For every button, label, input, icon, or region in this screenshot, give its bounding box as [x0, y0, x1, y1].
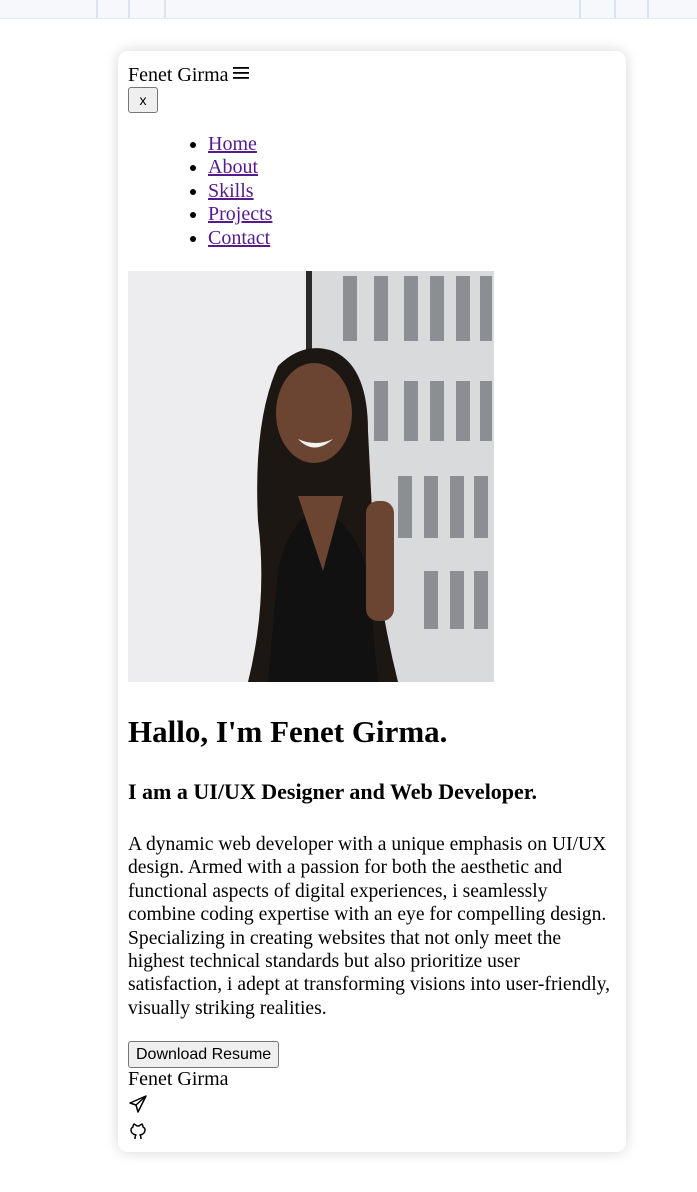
strip-divider	[647, 0, 649, 18]
nav-link-about[interactable]: About	[208, 156, 258, 178]
telegram-icon[interactable]	[128, 1094, 616, 1119]
github-icon[interactable]	[128, 1122, 616, 1147]
strip-divider	[128, 0, 130, 18]
footer-name: Fenet Girma	[128, 1068, 229, 1091]
nav-item-home: Home	[208, 133, 616, 156]
nav-item-about: About	[208, 156, 616, 179]
nav-menu: Home About Skills Projects Contact	[128, 133, 616, 250]
nav-item-skills: Skills	[208, 180, 616, 203]
header-bar: Fenet Girma	[128, 63, 616, 87]
nav-link-contact[interactable]: Contact	[208, 227, 270, 249]
hamburger-menu-icon[interactable]	[232, 63, 249, 89]
strip-divider	[614, 0, 616, 18]
hero-heading: Hallo, I'm Fenet Girma.	[128, 714, 448, 750]
nav-link-home[interactable]: Home	[208, 133, 257, 155]
browser-top-strip	[0, 0, 697, 19]
nav-link-skills[interactable]: Skills	[208, 180, 254, 202]
brand-name: Fenet Girma	[128, 64, 229, 86]
linkedin-icon[interactable]	[128, 1150, 616, 1152]
nav-item-projects: Projects	[208, 203, 616, 226]
profile-photo	[128, 271, 494, 683]
nav-item-contact: Contact	[208, 227, 616, 250]
download-resume-button[interactable]: Download Resume	[128, 1041, 280, 1069]
strip-divider	[164, 0, 166, 18]
nav-link-projects[interactable]: Projects	[208, 203, 272, 225]
strip-divider	[579, 0, 581, 18]
hero-subheading: I am a UI/UX Designer and Web Developer.	[128, 779, 538, 805]
card-content: Fenet Girma x Home About Skills Projects…	[128, 63, 616, 1152]
strip-divider	[96, 0, 98, 18]
close-menu-button[interactable]: x	[128, 87, 158, 113]
portfolio-card: Fenet Girma x Home About Skills Projects…	[118, 51, 626, 1152]
bio-paragraph: A dynamic web developer with a unique em…	[128, 834, 611, 1019]
